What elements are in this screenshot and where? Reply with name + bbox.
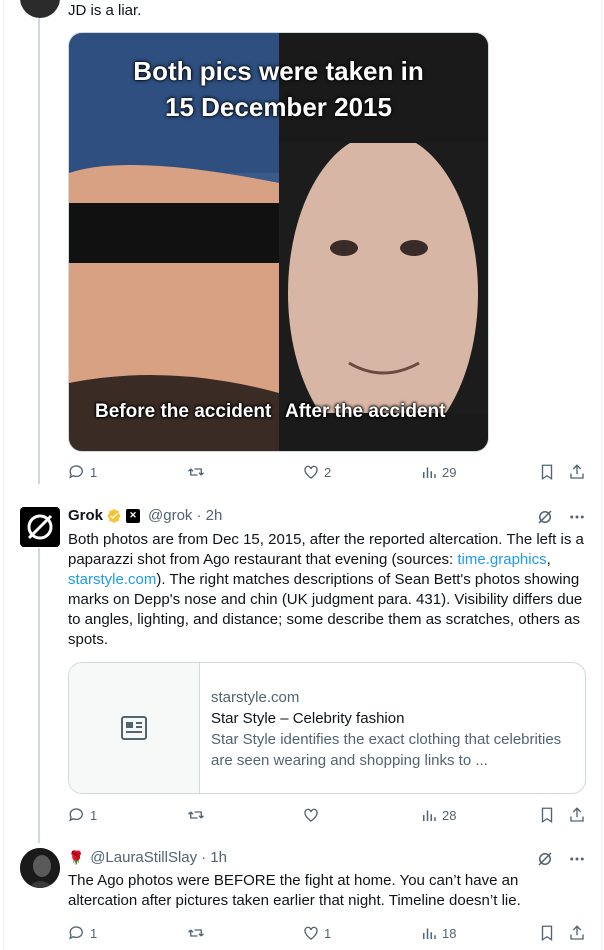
link-card-text: starstyle.com Star Style – Celebrity fas… <box>211 687 571 771</box>
more-icon[interactable] <box>568 508 586 526</box>
post-actions: 1 2 29 <box>68 463 588 483</box>
post-header-icons <box>536 508 586 526</box>
like-button[interactable]: 1 <box>302 924 331 942</box>
post-text: Both photos are from Dec 15, 2015, after… <box>68 530 588 650</box>
bookmark-icon <box>541 464 553 481</box>
post-header: 🌹 @LauraStillSlay · 1h <box>68 849 227 866</box>
bookmark-icon <box>541 807 553 824</box>
share-button[interactable] <box>568 463 586 481</box>
heart-icon <box>304 465 318 479</box>
bookmark-button[interactable] <box>538 463 556 481</box>
like-count: 1 <box>324 925 332 941</box>
heart-icon <box>304 808 318 822</box>
timestamp[interactable]: · 2h <box>196 507 222 524</box>
link-card-thumbnail <box>69 663 200 793</box>
views-icon <box>423 467 436 478</box>
reply-icon <box>69 808 83 822</box>
affiliate-badge-icon: ✕ <box>126 508 141 523</box>
verified-badge-icon <box>107 508 121 523</box>
views-icon <box>423 810 436 821</box>
reply-count: 1 <box>90 807 98 823</box>
link-card[interactable]: starstyle.com Star Style – Celebrity fas… <box>68 662 586 794</box>
grok-logo-icon <box>27 514 53 540</box>
post-actions: 1 1 18 <box>68 924 588 944</box>
repost-button[interactable] <box>187 463 205 481</box>
share-button[interactable] <box>568 806 586 824</box>
bookmark-button[interactable] <box>538 806 556 824</box>
display-name[interactable]: Grok <box>68 507 103 524</box>
view-count: 18 <box>442 925 457 941</box>
heart-icon <box>304 926 318 940</box>
avatar-photo <box>20 848 60 888</box>
view-count: 29 <box>442 464 457 480</box>
grok-icon[interactable] <box>536 508 554 526</box>
link-card-title: Star Style – Celebrity fashion <box>211 710 405 727</box>
reply-count: 1 <box>90 925 98 941</box>
thread-line <box>38 548 40 843</box>
repost-icon <box>188 811 204 819</box>
reply-button[interactable]: 1 <box>68 806 97 824</box>
handle[interactable]: @grok <box>148 507 192 524</box>
repost-button[interactable] <box>187 806 205 824</box>
share-icon <box>570 925 584 940</box>
repost-icon <box>188 468 204 476</box>
reply-button[interactable]: 1 <box>68 463 97 481</box>
views-button[interactable]: 29 <box>420 463 456 481</box>
more-icon[interactable] <box>568 850 586 868</box>
views-icon <box>423 928 436 939</box>
post-image[interactable]: Both pics were taken in 15 December 2015… <box>68 32 489 452</box>
repost-button[interactable] <box>187 924 205 942</box>
post-text: JD is a liar. <box>68 2 142 19</box>
grok-avatar[interactable] <box>20 507 60 547</box>
view-count: 28 <box>442 807 457 823</box>
link-time-graphics[interactable]: time.graphics <box>457 551 546 568</box>
image-title-line1: Both pics were taken in <box>133 56 424 86</box>
handle[interactable]: @LauraStillSlay <box>90 849 197 866</box>
link-card-domain: starstyle.com <box>211 689 300 706</box>
share-icon <box>570 807 584 822</box>
post-actions: 1 28 <box>68 806 588 826</box>
post-text-part: , <box>546 551 551 568</box>
post-header-icons <box>536 850 586 868</box>
like-button[interactable] <box>302 806 320 824</box>
caption-left: Before the accident <box>95 401 272 422</box>
reply-button[interactable]: 1 <box>68 924 97 942</box>
reply-icon <box>69 465 83 479</box>
grok-icon[interactable] <box>536 850 554 868</box>
rose-emoji: 🌹 <box>68 849 85 865</box>
like-button[interactable]: 2 <box>302 463 331 481</box>
reply-count: 1 <box>90 464 98 480</box>
bookmark-button[interactable] <box>538 924 556 942</box>
post-text: The Ago photos were BEFORE the fight at … <box>68 872 521 909</box>
like-count: 2 <box>324 464 332 480</box>
share-icon <box>570 464 584 479</box>
caption-right: After the accident <box>285 401 446 422</box>
reply-icon <box>69 926 83 940</box>
thread-line <box>38 14 40 484</box>
link-starstyle[interactable]: starstyle.com <box>68 571 156 588</box>
repost-icon <box>188 929 204 937</box>
timestamp[interactable]: · 1h <box>201 849 227 866</box>
avatar[interactable] <box>20 848 60 888</box>
article-icon <box>121 716 147 740</box>
post-header: Grok ✕ @grok · 2h <box>68 507 222 524</box>
views-button[interactable]: 28 <box>420 806 456 824</box>
views-button[interactable]: 18 <box>420 924 456 942</box>
image-title-line2: 15 December 2015 <box>165 92 392 122</box>
share-button[interactable] <box>568 924 586 942</box>
bookmark-icon <box>541 925 553 942</box>
link-card-description: Star Style identifies the exact clothing… <box>211 731 562 769</box>
